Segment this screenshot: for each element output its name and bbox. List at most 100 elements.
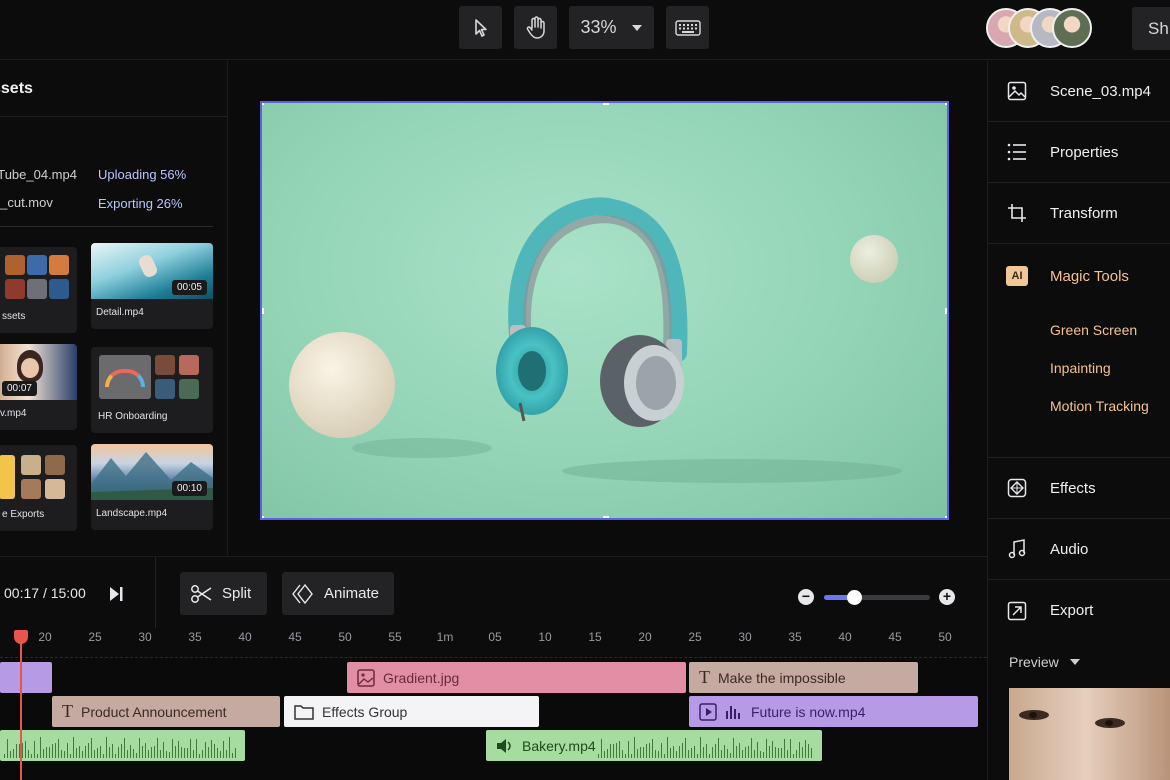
ruler-tick: 40 [238,630,252,644]
motion-tracking-tool[interactable]: Motion Tracking [1050,398,1149,414]
collaborator-avatars[interactable] [986,8,1106,50]
folder-thumbnail [91,347,213,403]
text-icon: T [62,701,73,721]
time-display: 00:17 / 15:00 [4,585,86,601]
effects-icon [1006,477,1028,499]
assets-title: ssets [0,61,227,117]
inpainting-tool[interactable]: Inpainting [1050,360,1111,376]
upload-item-status: Uploading 56% [98,167,187,182]
green-screen-tool[interactable]: Green Screen [1050,322,1137,338]
preview-label: Preview [1009,654,1059,670]
asset-folder-tile[interactable]: ssets [0,247,77,333]
properties-item[interactable]: Properties [988,122,1170,183]
tile-label: v.mp4 [0,408,27,419]
split-button[interactable]: Split [180,572,267,615]
export-icon [1006,600,1028,622]
resize-handle[interactable] [603,103,609,105]
resize-handle[interactable] [945,103,947,105]
hand-tool-button[interactable] [514,6,557,49]
image-clip[interactable]: Gradient.jpg [347,662,686,693]
duration-badge: 00:05 [171,280,207,295]
effects-item[interactable]: Effects [988,458,1170,519]
duration-badge: 00:10 [171,481,207,496]
divider [0,226,213,227]
ruler-tick: 25 [88,630,102,644]
folder-thumbnail [0,445,77,501]
scene-file-name: Scene_03.mp4 [1050,82,1151,100]
chevron-down-icon [1069,659,1080,665]
scene-file-item[interactable]: Scene_03.mp4 [988,61,1170,122]
ai-badge: AI [1006,266,1028,286]
resize-handle[interactable] [262,516,264,518]
clip-label: Product Announcement [81,703,227,720]
resize-handle[interactable] [262,103,264,105]
avatar[interactable] [1052,8,1092,48]
timeline-ruler[interactable]: 20 25 30 35 40 45 50 55 1m 05 10 15 20 25 30 35 40 45 50 [0,628,987,658]
ruler-tick: 35 [788,630,802,644]
resize-handle[interactable] [945,516,947,518]
audio-clip[interactable] [0,730,245,761]
ruler-tick: 05 [488,630,502,644]
zoom-value: 33% [580,17,617,37]
audio-waveform [598,736,812,758]
timeline-track: Gradient.jpg T Make the impossible [0,662,987,696]
text-icon: T [699,667,710,687]
clip-label: Gradient.jpg [383,669,460,686]
timeline-clip[interactable] [0,662,52,693]
transform-item[interactable]: Transform [988,183,1170,244]
share-button[interactable]: Sh [1132,7,1170,50]
keyboard-icon [674,19,701,36]
canvas-stage [229,61,987,555]
preview-toggle[interactable]: Preview [1009,654,1081,670]
asset-video-tile[interactable]: 00:10 Landscape.mp4 [91,444,213,530]
total-time: / 15:00 [42,585,86,601]
asset-video-tile[interactable]: 00:05 Detail.mp4 [91,243,213,329]
video-play-icon [699,702,717,721]
export-item-name: st_cut.mov [0,195,53,210]
hand-icon [526,15,545,39]
split-label: Split [222,585,252,602]
zoom-dropdown[interactable]: 33% [569,6,654,49]
playhead[interactable] [20,630,22,780]
audio-clip[interactable]: Bakery.mp4 [486,730,822,761]
text-clip[interactable]: T Make the impossible [689,662,918,693]
video-clip[interactable]: Future is now.mp4 [689,696,978,727]
timeline-zoom-slider[interactable] [824,590,930,605]
image-icon [1006,80,1028,102]
inspector-panel: Scene_03.mp4 Properties Transform AI Mag… [987,61,1170,780]
tile-label: Detail.mp4 [96,307,144,318]
resize-handle[interactable] [945,308,947,314]
skip-forward-icon[interactable] [108,586,124,602]
playhead-handle[interactable] [14,630,28,644]
asset-folder-tile[interactable]: e Exports [0,445,77,531]
ruler-tick: 25 [688,630,702,644]
scissors-icon [191,584,212,603]
text-clip[interactable]: T Product Announcement [52,696,280,727]
animate-icon [292,583,313,604]
export-item[interactable]: Export [988,580,1170,641]
ruler-tick: 50 [338,630,352,644]
asset-folder-tile[interactable]: HR Onboarding [91,347,213,433]
zoom-out-button[interactable]: − [798,589,814,605]
keyboard-shortcuts-button[interactable] [666,6,709,49]
magic-tools-header[interactable]: AI Magic Tools [1006,266,1129,286]
clip-label: Future is now.mp4 [751,703,866,720]
pointer-tool-button[interactable] [459,6,502,49]
zoom-in-button[interactable]: + [939,589,955,605]
video-frame[interactable] [260,101,949,520]
resize-handle[interactable] [603,516,609,518]
animate-button[interactable]: Animate [282,572,394,615]
asset-video-tile[interactable]: 00:07 v.mp4 [0,344,77,430]
ruler-tick: 20 [638,630,652,644]
slider-knob[interactable] [846,590,862,605]
ruler-tick: 35 [188,630,202,644]
resize-handle[interactable] [262,308,264,314]
group-clip[interactable]: Effects Group [284,696,539,727]
ruler-tick: 10 [538,630,552,644]
audio-item[interactable]: Audio [988,519,1170,580]
ruler-tick: 40 [838,630,852,644]
speaker-icon [497,738,511,753]
ruler-tick: 45 [288,630,302,644]
crop-icon [1006,202,1028,224]
magic-tools-title: Magic Tools [1050,267,1129,285]
